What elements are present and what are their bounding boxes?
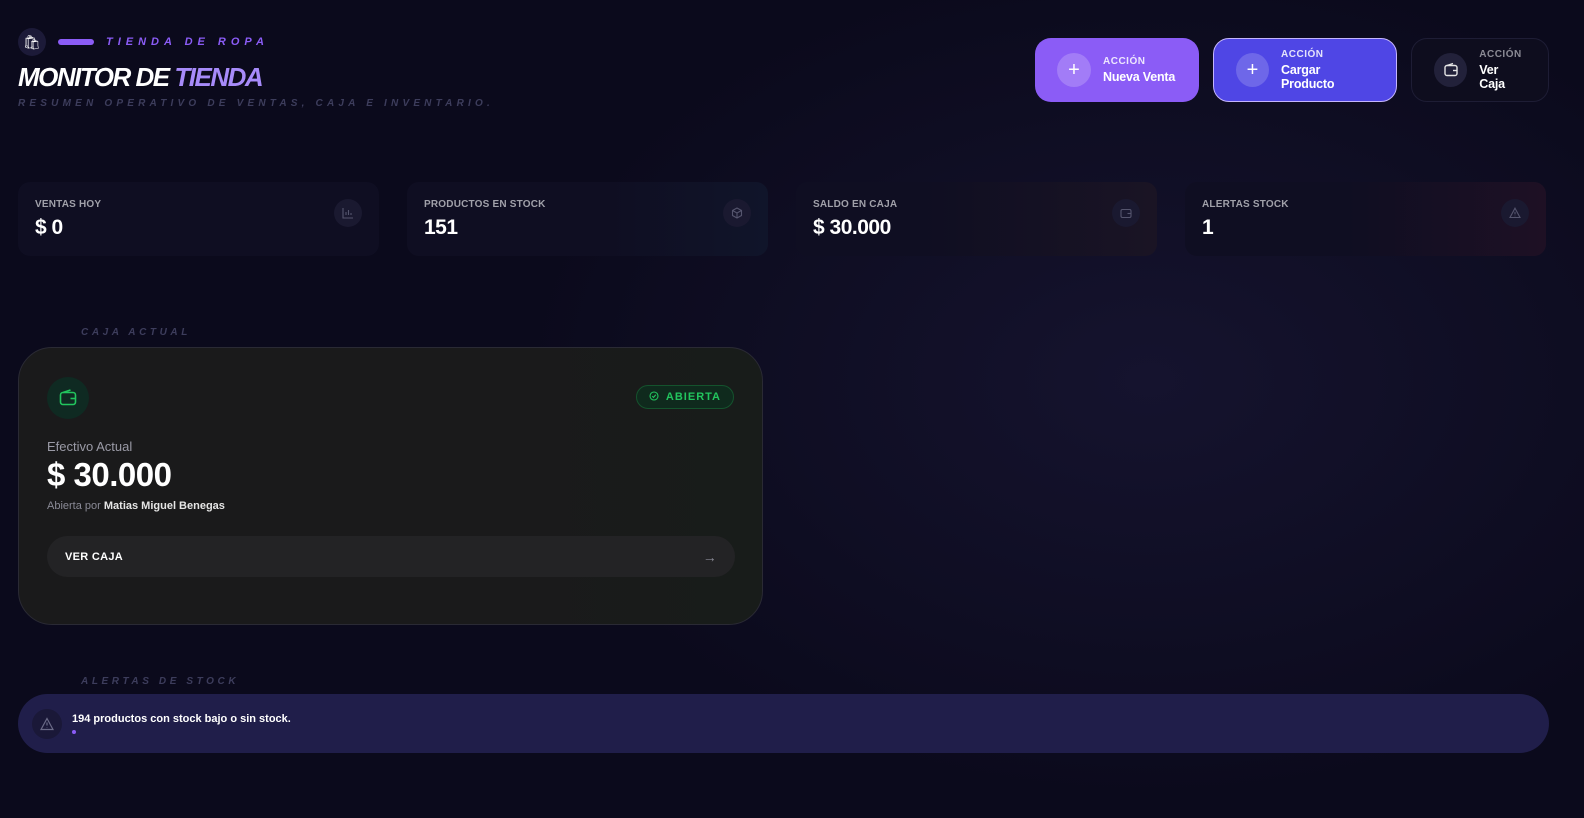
stat-value: $ 0 — [35, 216, 63, 239]
view-register-label: VER CAJA — [65, 550, 124, 563]
cash-current-label: Efectivo Actual — [47, 439, 133, 454]
opened-by-prefix: Abierta por — [47, 500, 101, 512]
opened-by-name: Matias Miguel Benegas — [103, 500, 225, 512]
action-kicker: ACCIÓN — [1281, 49, 1324, 60]
action-label: Nueva Venta — [1103, 70, 1176, 84]
stat-card-register-balance: SALDO EN CAJA $ 30.000 — [796, 182, 1157, 256]
action-kicker: ACCIÓN — [1479, 49, 1522, 60]
warning-icon — [32, 708, 62, 739]
load-product-button[interactable]: + ACCIÓN Cargar Producto — [1213, 38, 1397, 102]
check-circle-icon — [649, 390, 659, 404]
stats-row: VENTAS HOY $ 0 PRODUCTOS EN STOCK 151 SA… — [18, 182, 1546, 256]
stock-alert-banner[interactable]: 194 productos con stock bajo o sin stock… — [18, 694, 1549, 753]
view-register-button[interactable]: ACCIÓN Ver Caja — [1411, 38, 1549, 102]
action-label: Ver Caja — [1479, 63, 1505, 91]
stat-label: SALDO EN CAJA — [813, 199, 898, 210]
stat-label: PRODUCTOS EN STOCK — [424, 199, 546, 210]
new-sale-button[interactable]: + ACCIÓN Nueva Venta — [1035, 38, 1199, 102]
action-bar: + ACCIÓN Nueva Venta + ACCIÓN Cargar Pro… — [1035, 38, 1549, 102]
action-label: Cargar Producto — [1281, 63, 1335, 91]
action-kicker: ACCIÓN — [1103, 56, 1146, 67]
bar-chart-icon — [334, 199, 362, 227]
wallet-icon — [1434, 53, 1468, 87]
wallet-icon — [47, 377, 89, 419]
stat-value: 1 — [1202, 216, 1214, 239]
stat-value: 151 — [424, 216, 458, 239]
box-icon — [723, 199, 751, 227]
alert-indicator-dot — [72, 730, 76, 734]
page-title: MONITOR DE TIENDA — [18, 62, 494, 92]
stat-label: ALERTAS STOCK — [1202, 199, 1289, 210]
stock-alert-message: 194 productos con stock bajo o sin stock… — [72, 713, 291, 725]
page-header: 🛍 TIENDA DE ROPA MONITOR DE TIENDA RESUM… — [18, 28, 494, 109]
plus-icon: + — [1236, 53, 1270, 87]
page-title-accent: TIENDA — [174, 62, 263, 92]
wallet-icon — [1112, 199, 1140, 227]
stat-card-products-in-stock: PRODUCTOS EN STOCK 151 — [407, 182, 768, 256]
stat-card-stock-alerts: ALERTAS STOCK 1 — [1185, 182, 1546, 256]
stat-label: VENTAS HOY — [35, 199, 102, 210]
arrow-right-icon: → — [702, 548, 717, 565]
page-subtitle: RESUMEN OPERATIVO DE VENTAS, CAJA E INVE… — [18, 98, 494, 109]
brand-row: 🛍 TIENDA DE ROPA — [18, 28, 494, 56]
plus-icon: + — [1057, 53, 1091, 87]
section-label-current-register: CAJA ACTUAL — [81, 327, 191, 338]
warning-icon — [1501, 199, 1529, 227]
status-badge: ABIERTA — [635, 385, 734, 409]
page-title-main: MONITOR DE — [18, 62, 170, 92]
status-badge-label: ABIERTA — [665, 391, 721, 403]
opened-by: Abierta por Matias Miguel Benegas — [47, 500, 225, 512]
view-register-link-button[interactable]: VER CAJA → — [47, 536, 735, 577]
cash-current-amount: $ 30.000 — [47, 456, 172, 493]
section-label-stock-alerts: ALERTAS DE STOCK — [81, 676, 240, 687]
stat-value: $ 30.000 — [813, 216, 891, 239]
store-bag-icon: 🛍 — [18, 28, 46, 56]
current-register-card: ABIERTA Efectivo Actual $ 30.000 Abierta… — [18, 347, 763, 625]
stat-card-sales-today: VENTAS HOY $ 0 — [18, 182, 379, 256]
brand-accent-bar — [58, 39, 94, 45]
brand-tagline: TIENDA DE ROPA — [106, 36, 269, 48]
